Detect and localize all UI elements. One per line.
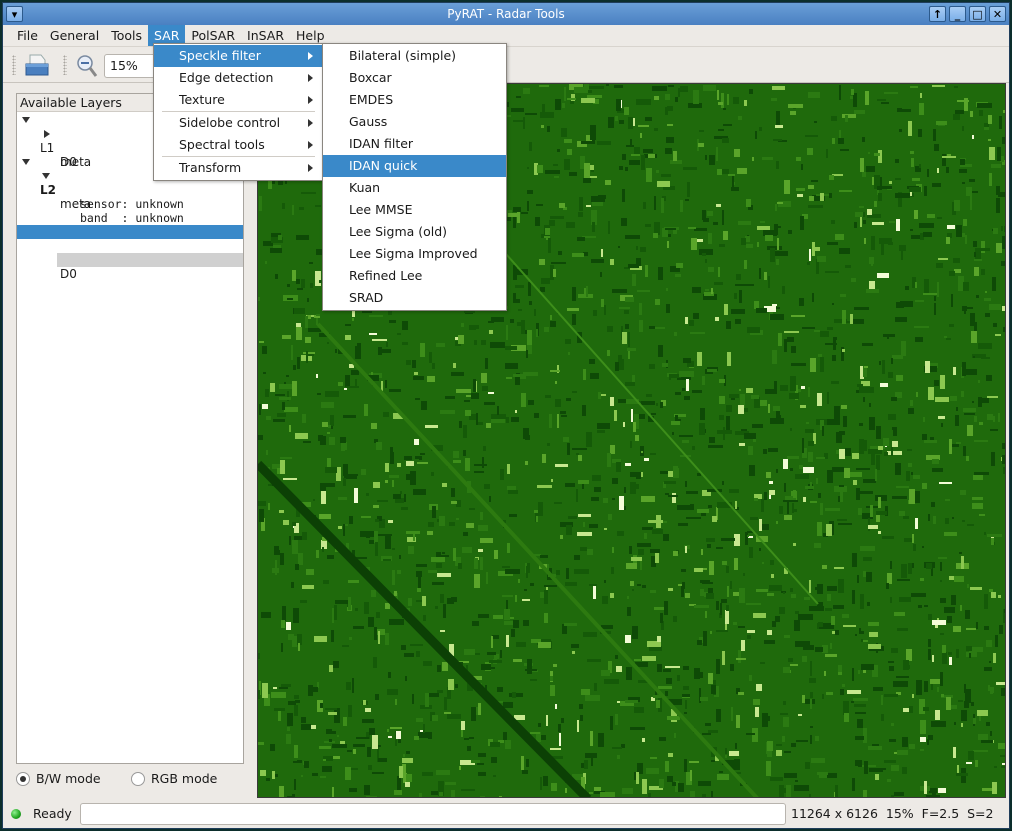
raise-button[interactable]: ↑ xyxy=(929,6,946,22)
available-layers-panel: Available Layers L1 meta D0 L2 meta sens… xyxy=(16,93,244,764)
menu-spectral-tools[interactable]: Spectral tools xyxy=(154,134,323,156)
bw-mode-option[interactable]: B/W mode xyxy=(16,771,101,786)
rgb-mode-option[interactable]: RGB mode xyxy=(131,771,217,786)
minimize-button[interactable]: _ xyxy=(949,6,966,22)
menu-general[interactable]: General xyxy=(44,25,105,46)
speckle-filter-emdes[interactable]: EMDES xyxy=(323,89,506,111)
expanded-icon[interactable] xyxy=(22,117,30,123)
status-bar: Ready 11264 x 6126 15% F=2.5 S=2 xyxy=(3,800,1009,828)
menu-speckle-filter[interactable]: Speckle filter xyxy=(154,45,323,67)
status-message-field xyxy=(80,803,786,825)
menu-sidelobe-control[interactable]: Sidelobe control xyxy=(154,112,323,134)
menu-label: Spectral tools xyxy=(179,137,265,152)
menu-file[interactable]: File xyxy=(11,25,44,46)
open-file-button[interactable] xyxy=(23,52,51,78)
status-state: Ready xyxy=(33,806,72,821)
maximize-icon: □ xyxy=(972,7,983,21)
tree-node-l2-d0[interactable]: D0 xyxy=(57,253,243,281)
speckle-filter-lee-mmse[interactable]: Lee MMSE xyxy=(323,199,506,221)
submenu-arrow-icon xyxy=(308,119,313,127)
expanded-icon[interactable] xyxy=(42,173,50,179)
submenu-arrow-icon xyxy=(308,96,313,104)
speckle-filter-gauss[interactable]: Gauss xyxy=(323,111,506,133)
menu-edge-detection[interactable]: Edge detection xyxy=(154,67,323,89)
toolbar-grip[interactable] xyxy=(12,55,16,75)
zoom-out-button[interactable] xyxy=(75,53,99,79)
meta-dsize[interactable]: dsize : [ 6127 11264] xyxy=(17,211,243,239)
speckle-filter-bilateral-simple[interactable]: Bilateral (simple) xyxy=(323,45,506,67)
meta-band[interactable]: band : unknown xyxy=(17,197,243,225)
meta-lsize[interactable]: lsize : [1] xyxy=(17,225,243,253)
minimize-icon: _ xyxy=(954,7,961,21)
status-info: 11264 x 6126 15% F=2.5 S=2 xyxy=(791,806,994,821)
bw-mode-label: B/W mode xyxy=(36,771,101,786)
status-zoom: 15% xyxy=(885,806,914,821)
menu-label: Texture xyxy=(179,92,225,107)
chevron-down-icon: ▾ xyxy=(11,7,18,21)
speckle-filter-lee-sigma-improved[interactable]: Lee Sigma Improved xyxy=(323,243,506,265)
speckle-filter-idan-quick[interactable]: IDAN quick xyxy=(323,155,506,177)
submenu-arrow-icon xyxy=(308,52,313,60)
status-led-icon xyxy=(11,809,21,819)
folder-open-icon xyxy=(25,54,49,76)
status-f: F=2.5 xyxy=(921,806,960,821)
menu-label: Transform xyxy=(179,160,242,175)
system-menu-button[interactable]: ▾ xyxy=(6,6,23,22)
arrow-up-icon: ↑ xyxy=(932,7,943,21)
status-s: S=2 xyxy=(967,806,994,821)
speckle-filter-refined-lee[interactable]: Refined Lee xyxy=(323,265,506,287)
expanded-icon[interactable] xyxy=(22,159,30,165)
menu-label: Speckle filter xyxy=(179,48,261,63)
rgb-mode-label: RGB mode xyxy=(151,771,218,786)
meta-type[interactable]: type : complex64 xyxy=(17,239,243,267)
bw-mode-radio[interactable] xyxy=(16,771,30,786)
speckle-filter-submenu: Bilateral (simple) Boxcar EMDES Gauss IDAN f… xyxy=(322,43,507,311)
maximize-button[interactable]: □ xyxy=(969,6,986,22)
meta-sensor[interactable]: sensor: unknown xyxy=(17,183,243,211)
submenu-arrow-icon xyxy=(308,164,313,172)
menu-tools[interactable]: Tools xyxy=(105,25,148,46)
menu-transform[interactable]: Transform xyxy=(154,157,323,179)
image-size: 11264 x 6126 xyxy=(791,806,878,821)
collapsed-icon[interactable] xyxy=(44,130,50,138)
speckle-filter-boxcar[interactable]: Boxcar xyxy=(323,67,506,89)
speckle-filter-lee-sigma-old[interactable]: Lee Sigma (old) xyxy=(323,221,506,243)
sar-menu: Speckle filter Edge detection Texture Si… xyxy=(153,43,324,181)
rgb-mode-radio[interactable] xyxy=(131,771,145,786)
close-icon: ✕ xyxy=(992,7,1003,21)
speckle-filter-kuan[interactable]: Kuan xyxy=(323,177,506,199)
toolbar-grip-2[interactable] xyxy=(63,55,67,75)
menu-label: Edge detection xyxy=(179,70,274,85)
speckle-filter-idan-filter[interactable]: IDAN filter xyxy=(323,133,506,155)
close-button[interactable]: ✕ xyxy=(989,6,1006,22)
submenu-arrow-icon xyxy=(308,74,313,82)
title-bar[interactable]: ▾ PyRAT - Radar Tools ↑ _ □ ✕ xyxy=(3,3,1009,25)
menu-label: Sidelobe control xyxy=(179,115,281,130)
zoom-out-icon xyxy=(77,55,98,77)
window-title: PyRAT - Radar Tools xyxy=(447,7,565,21)
menu-texture[interactable]: Texture xyxy=(154,89,323,111)
submenu-arrow-icon xyxy=(308,141,313,149)
speckle-filter-srad[interactable]: SRAD xyxy=(323,287,506,309)
